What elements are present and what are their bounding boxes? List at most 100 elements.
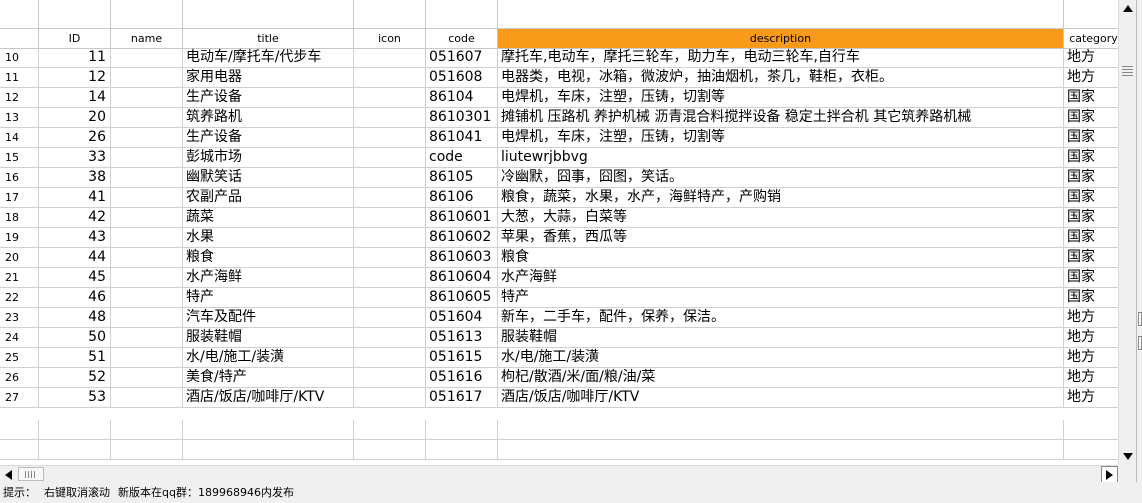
cell-icon[interactable]: [354, 268, 426, 288]
cell-title[interactable]: 酒店/饭店/咖啡厅/KTV: [183, 388, 354, 408]
empty-cell[interactable]: [354, 440, 426, 460]
cell-icon[interactable]: [354, 88, 426, 108]
cell-icon[interactable]: [354, 128, 426, 148]
table-row[interactable]: 23 48 汽车及配件 051604 新车，二手车，配件，保养，保洁。 地方: [0, 308, 1118, 328]
cell-description[interactable]: 酒店/饭店/咖啡厅/KTV: [498, 388, 1064, 408]
empty-cell[interactable]: [426, 440, 498, 460]
cell-name[interactable]: [111, 48, 183, 68]
cell-id[interactable]: 26: [39, 128, 111, 148]
cell-title[interactable]: 幽默笑话: [183, 168, 354, 188]
filter-cell-category[interactable]: [1064, 0, 1118, 28]
cell-name[interactable]: [111, 288, 183, 308]
cell-icon[interactable]: [354, 288, 426, 308]
cell-description[interactable]: 大葱，大蒜，白菜等: [498, 208, 1064, 228]
cell-title[interactable]: 彭城市场: [183, 148, 354, 168]
cell-icon[interactable]: [354, 388, 426, 408]
cell-code[interactable]: 051616: [426, 368, 498, 388]
cell-title[interactable]: 电动车/摩托车/代步车: [183, 48, 354, 68]
cell-id[interactable]: 51: [39, 348, 111, 368]
cell-code[interactable]: 86105: [426, 168, 498, 188]
cell-id[interactable]: 45: [39, 268, 111, 288]
cell-id[interactable]: 20: [39, 108, 111, 128]
cell-id[interactable]: 33: [39, 148, 111, 168]
cell-category[interactable]: 地方: [1064, 348, 1118, 368]
cell-name[interactable]: [111, 208, 183, 228]
cell-title[interactable]: 特产: [183, 288, 354, 308]
column-header-rownum[interactable]: [0, 29, 39, 48]
cell-icon[interactable]: [354, 328, 426, 348]
cell-category[interactable]: 国家: [1064, 228, 1118, 248]
table-row[interactable]: 25 51 水/电/施工/装潢 051615 水/电/施工/装潢 地方: [0, 348, 1118, 368]
cell-title[interactable]: 生产设备: [183, 128, 354, 148]
horizontal-scroll-thumb[interactable]: [18, 467, 44, 481]
cell-title[interactable]: 蔬菜: [183, 208, 354, 228]
table-row[interactable]: 13 20 筑养路机 8610301 摊铺机 压路机 养护机械 沥青混合料搅拌设备 稳定…: [0, 108, 1118, 128]
cell-name[interactable]: [111, 308, 183, 328]
cell-name[interactable]: [111, 188, 183, 208]
cell-name[interactable]: [111, 168, 183, 188]
cell-category[interactable]: 地方: [1064, 388, 1118, 408]
cell-id[interactable]: 42: [39, 208, 111, 228]
table-row[interactable]: 21 45 水产海鲜 8610604 水产海鲜 国家: [0, 268, 1118, 288]
cell-category[interactable]: 国家: [1064, 128, 1118, 148]
cell-category[interactable]: 国家: [1064, 188, 1118, 208]
cell-id[interactable]: 44: [39, 248, 111, 268]
vertical-scrollbar[interactable]: [1118, 0, 1136, 465]
cell-code[interactable]: 051617: [426, 388, 498, 408]
column-header-title[interactable]: title: [183, 29, 354, 48]
cell-category[interactable]: 国家: [1064, 248, 1118, 268]
cell-title[interactable]: 水产海鲜: [183, 268, 354, 288]
table-row[interactable]: 26 52 美食/特产 051616 枸杞/散酒/米/面/粮/油/菜 地方: [0, 368, 1118, 388]
cell-name[interactable]: [111, 108, 183, 128]
cell-category[interactable]: 国家: [1064, 108, 1118, 128]
empty-cell[interactable]: [1064, 420, 1118, 440]
cell-icon[interactable]: [354, 228, 426, 248]
cell-title[interactable]: 汽车及配件: [183, 308, 354, 328]
table-row[interactable]: 10 11 电动车/摩托车/代步车 051607 摩托车,电动车，摩托三轮车，助力车，电…: [0, 48, 1118, 68]
cell-id[interactable]: 50: [39, 328, 111, 348]
table-row[interactable]: 19 43 水果 8610602 苹果，香蕉，西瓜等 国家: [0, 228, 1118, 248]
cell-code[interactable]: code: [426, 148, 498, 168]
empty-cell[interactable]: [39, 440, 111, 460]
cell-icon[interactable]: [354, 108, 426, 128]
filter-cell-title[interactable]: [183, 0, 354, 28]
cell-category[interactable]: 地方: [1064, 48, 1118, 68]
cell-icon[interactable]: [354, 68, 426, 88]
cell-category[interactable]: 地方: [1064, 368, 1118, 388]
cell-title[interactable]: 农副产品: [183, 188, 354, 208]
table-row[interactable]: 12 14 生产设备 86104 电焊机，车床，注塑，压铸，切割等 国家: [0, 88, 1118, 108]
cell-code[interactable]: 051613: [426, 328, 498, 348]
cell-code[interactable]: 8610605: [426, 288, 498, 308]
cell-description[interactable]: 电焊机，车床，注塑，压铸，切割等: [498, 128, 1064, 148]
scroll-up-icon[interactable]: [1119, 0, 1136, 17]
table-row[interactable]: 17 41 农副产品 86106 粮食，蔬菜，水果，水产，海鲜特产，产购销 国家: [0, 188, 1118, 208]
table-row[interactable]: 27 53 酒店/饭店/咖啡厅/KTV 051617 酒店/饭店/咖啡厅/KTV 地方: [0, 388, 1118, 408]
cell-title[interactable]: 美食/特产: [183, 368, 354, 388]
cell-description[interactable]: 粮食: [498, 248, 1064, 268]
cell-category[interactable]: 地方: [1064, 328, 1118, 348]
table-row[interactable]: 22 46 特产 8610605 特产 国家: [0, 288, 1118, 308]
table-row[interactable]: 15 33 彭城市场 code liutewrjbbvg 国家: [0, 148, 1118, 168]
cell-title[interactable]: 水/电/施工/装潢: [183, 348, 354, 368]
horizontal-scrollbar[interactable]: [0, 465, 1118, 483]
cell-id[interactable]: 43: [39, 228, 111, 248]
empty-row[interactable]: [0, 440, 1118, 460]
cell-description[interactable]: 水/电/施工/装潢: [498, 348, 1064, 368]
filter-cell-icon[interactable]: [354, 0, 426, 28]
cell-code[interactable]: 8610601: [426, 208, 498, 228]
empty-cell[interactable]: [39, 420, 111, 440]
cell-name[interactable]: [111, 68, 183, 88]
cell-icon[interactable]: [354, 308, 426, 328]
cell-category[interactable]: 国家: [1064, 268, 1118, 288]
cell-category[interactable]: 国家: [1064, 88, 1118, 108]
cell-title[interactable]: 家用电器: [183, 68, 354, 88]
cell-category[interactable]: 地方: [1064, 68, 1118, 88]
empty-cell[interactable]: [1064, 440, 1118, 460]
cell-description[interactable]: 枸杞/散酒/米/面/粮/油/菜: [498, 368, 1064, 388]
table-row[interactable]: 18 42 蔬菜 8610601 大葱，大蒜，白菜等 国家: [0, 208, 1118, 228]
cell-code[interactable]: 051607: [426, 48, 498, 68]
cell-code[interactable]: 86104: [426, 88, 498, 108]
filter-cell-name[interactable]: [111, 0, 183, 28]
cell-category[interactable]: 国家: [1064, 168, 1118, 188]
cell-id[interactable]: 48: [39, 308, 111, 328]
